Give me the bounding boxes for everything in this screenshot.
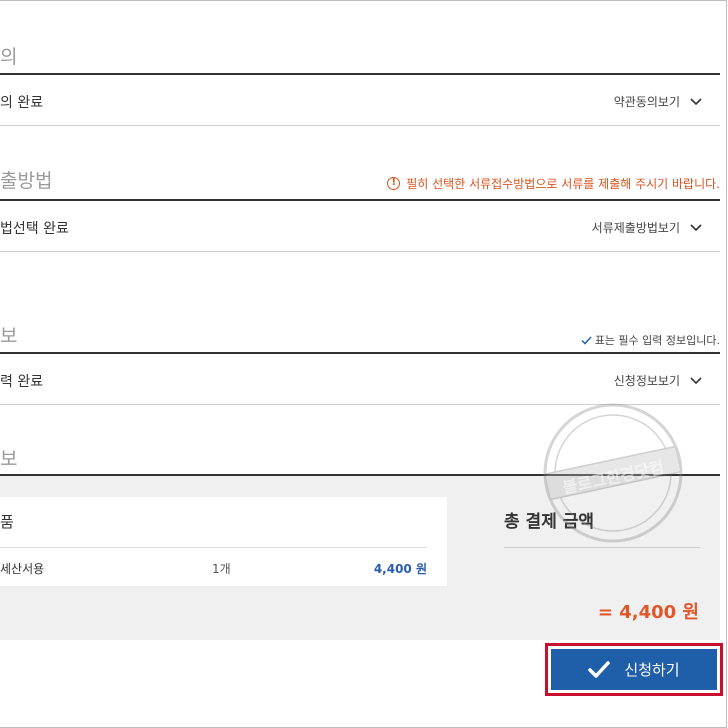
check-icon	[581, 335, 592, 345]
submission-toggle[interactable]: 서류제출방법보기	[592, 219, 702, 236]
total-amount: = 4,400 원	[597, 602, 699, 623]
required-note-text: 표는 필수 입력 정보입니다.	[594, 334, 720, 347]
section-divider	[0, 352, 720, 354]
section-divider	[0, 199, 720, 201]
info-toggle-label: 신청정보보기	[613, 374, 680, 388]
section-divider	[0, 73, 720, 75]
check-icon	[588, 660, 611, 678]
product-box: 품 세산서용 1개 4,400 원	[0, 497, 447, 586]
section-title-payment: 보	[0, 448, 18, 470]
product-quantity: 1개	[212, 562, 231, 576]
chevron-down-icon	[690, 97, 702, 105]
submission-notice: ! 필히 선택한 서류접수방법으로 서류를 제출해 주시기 바랍니다.	[387, 175, 720, 192]
info-status-label: 력 완료	[0, 374, 44, 390]
product-name: 세산서용	[0, 562, 45, 576]
submission-toggle-label: 서류제출방법보기	[591, 221, 680, 235]
terms-status-label: 의 완료	[0, 95, 44, 111]
product-price: 4,400 원	[373, 562, 427, 576]
section-title-terms: 의	[0, 46, 18, 68]
info-circle-icon: !	[387, 177, 401, 190]
product-title: 품	[0, 513, 14, 531]
terms-toggle-label: 약관동의보기	[613, 95, 680, 109]
required-note: 표는 필수 입력 정보입니다.	[581, 332, 720, 348]
submission-notice-text: 필히 선택한 서류접수방법으로 서류를 제출해 주시기 바랍니다.	[406, 177, 720, 191]
chevron-down-icon	[690, 376, 702, 384]
section-title-info: 보	[0, 325, 18, 347]
chevron-down-icon	[690, 223, 702, 231]
submission-status-label: 법선택 완료	[0, 221, 69, 237]
row-divider	[0, 251, 720, 252]
terms-toggle[interactable]: 약관동의보기	[614, 93, 702, 110]
product-divider	[0, 547, 427, 548]
apply-button-label: 신청하기	[624, 661, 680, 679]
section-title-submission: 출방법	[0, 170, 53, 192]
row-divider	[0, 125, 720, 126]
info-toggle[interactable]: 신청정보보기	[614, 372, 702, 389]
apply-button[interactable]: 신청하기	[551, 649, 717, 690]
